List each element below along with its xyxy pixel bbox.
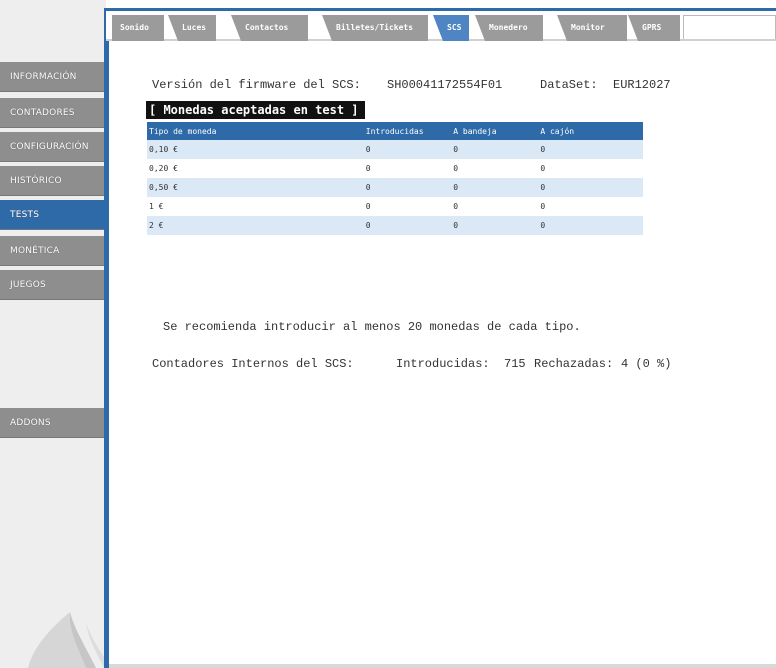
cell-cajon: 0 — [538, 159, 643, 178]
tab-billetes-tickets[interactable]: Billetes/Tickets — [322, 15, 428, 41]
tab-monitor[interactable]: Monitor — [557, 15, 627, 41]
coins-table: Tipo de moneda Introducidas A bandeja A … — [147, 122, 643, 235]
cell-introducidas: 0 — [363, 140, 452, 159]
counters-label: Contadores Internos del SCS: — [152, 357, 354, 371]
sidebar-item-juegos[interactable]: JUEGOS — [0, 270, 104, 300]
firmware-label: Versión del firmware del SCS: — [152, 78, 361, 92]
table-row: 0,50 € 0 0 0 — [147, 178, 643, 197]
cell-coin-type: 0,20 € — [147, 159, 364, 178]
dataset-value: EUR12027 — [613, 78, 671, 92]
cell-coin-type: 1 € — [147, 197, 364, 216]
cell-cajon: 0 — [538, 216, 643, 235]
cell-bandeja: 0 — [451, 159, 539, 178]
sidebar-item-addons[interactable]: ADDONS — [0, 408, 104, 438]
column-header-tipo: Tipo de moneda — [147, 122, 364, 140]
recommendation-text: Se recomienda introducir al menos 20 mon… — [163, 320, 581, 334]
water-drop-logo-icon — [28, 612, 108, 668]
sidebar: INFORMACIÓN CONTADORES CONFIGURACIÓN HIS… — [0, 0, 108, 668]
cell-introducidas: 0 — [363, 159, 452, 178]
introducidas-label: Introducidas: — [396, 357, 490, 371]
cell-cajon: 0 — [538, 197, 643, 216]
table-header-row: Tipo de moneda Introducidas A bandeja A … — [147, 122, 643, 140]
tab-monedero[interactable]: Monedero — [475, 15, 543, 41]
sidebar-item-informacion[interactable]: INFORMACIÓN — [0, 62, 104, 92]
tab-contactos[interactable]: Contactos — [231, 15, 308, 41]
cell-bandeja: 0 — [451, 197, 539, 216]
rechazadas-value: 4 (0 %) — [621, 357, 672, 371]
column-header-bandeja: A bandeja — [451, 122, 539, 140]
table-row: 2 € 0 0 0 — [147, 216, 643, 235]
dataset-label: DataSet: — [540, 78, 598, 92]
column-header-cajon: A cajón — [538, 122, 643, 140]
cell-introducidas: 0 — [363, 197, 452, 216]
table-row: 0,10 € 0 0 0 — [147, 140, 643, 159]
tab-bar-top-line — [106, 8, 776, 11]
firmware-value: SH00041172554F01 — [387, 78, 503, 92]
cell-coin-type: 2 € — [147, 216, 364, 235]
cell-bandeja: 0 — [451, 216, 539, 235]
bottom-rule — [109, 664, 776, 668]
tab-sonido[interactable]: Sonido — [112, 15, 164, 41]
cell-bandeja: 0 — [451, 140, 539, 159]
column-header-introducidas: Introducidas — [363, 122, 452, 140]
sidebar-item-historico[interactable]: HISTÓRICO — [0, 166, 104, 196]
table-row: 0,20 € 0 0 0 — [147, 159, 643, 178]
cell-bandeja: 0 — [451, 178, 539, 197]
sidebar-item-configuracion[interactable]: CONFIGURACIÓN — [0, 132, 104, 162]
tab-bar-tail — [683, 15, 776, 39]
rechazadas-label: Rechazadas: — [534, 357, 614, 371]
table-row: 1 € 0 0 0 — [147, 197, 643, 216]
cell-introducidas: 0 — [363, 178, 452, 197]
cell-coin-type: 0,10 € — [147, 140, 364, 159]
introducidas-value: 715 — [504, 357, 526, 371]
sidebar-item-tests[interactable]: TESTS — [0, 200, 104, 230]
cell-coin-type: 0,50 € — [147, 178, 364, 197]
cell-cajon: 0 — [538, 140, 643, 159]
sidebar-item-monetica[interactable]: MONÉTICA — [0, 236, 104, 266]
cell-cajon: 0 — [538, 178, 643, 197]
sidebar-item-contadores[interactable]: CONTADORES — [0, 98, 104, 128]
section-title: [ Monedas aceptadas en test ] — [146, 101, 365, 119]
cell-introducidas: 0 — [363, 216, 452, 235]
